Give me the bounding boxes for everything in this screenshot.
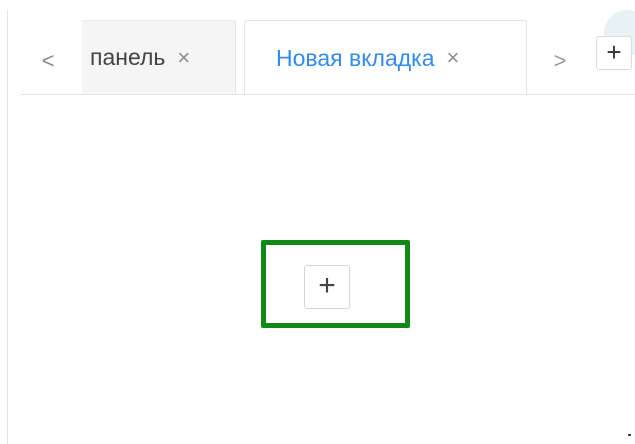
chevron-left-icon: < — [41, 48, 55, 73]
tabs-scroll-left-button[interactable]: < — [36, 46, 60, 76]
app-frame: < панель × Новая вкладка × > + + — [0, 0, 635, 444]
resize-handle — [628, 434, 631, 436]
tabbar-divider — [20, 94, 635, 95]
tab-label: панель — [90, 44, 166, 70]
tabs-scroll-right-button[interactable]: > — [548, 46, 572, 76]
frame-left-border — [7, 10, 8, 444]
plus-icon: + — [318, 269, 336, 302]
add-content-button[interactable]: + — [304, 265, 350, 309]
plus-icon: + — [606, 37, 622, 67]
tab-new-tab[interactable]: Новая вкладка × — [244, 20, 527, 96]
close-icon[interactable]: × — [177, 46, 190, 69]
tab-label: Новая вкладка — [276, 44, 435, 71]
add-tab-button[interactable]: + — [596, 36, 632, 70]
tab-panel[interactable]: панель × — [82, 20, 236, 94]
chevron-right-icon: > — [553, 48, 567, 73]
close-icon[interactable]: × — [447, 47, 460, 69]
